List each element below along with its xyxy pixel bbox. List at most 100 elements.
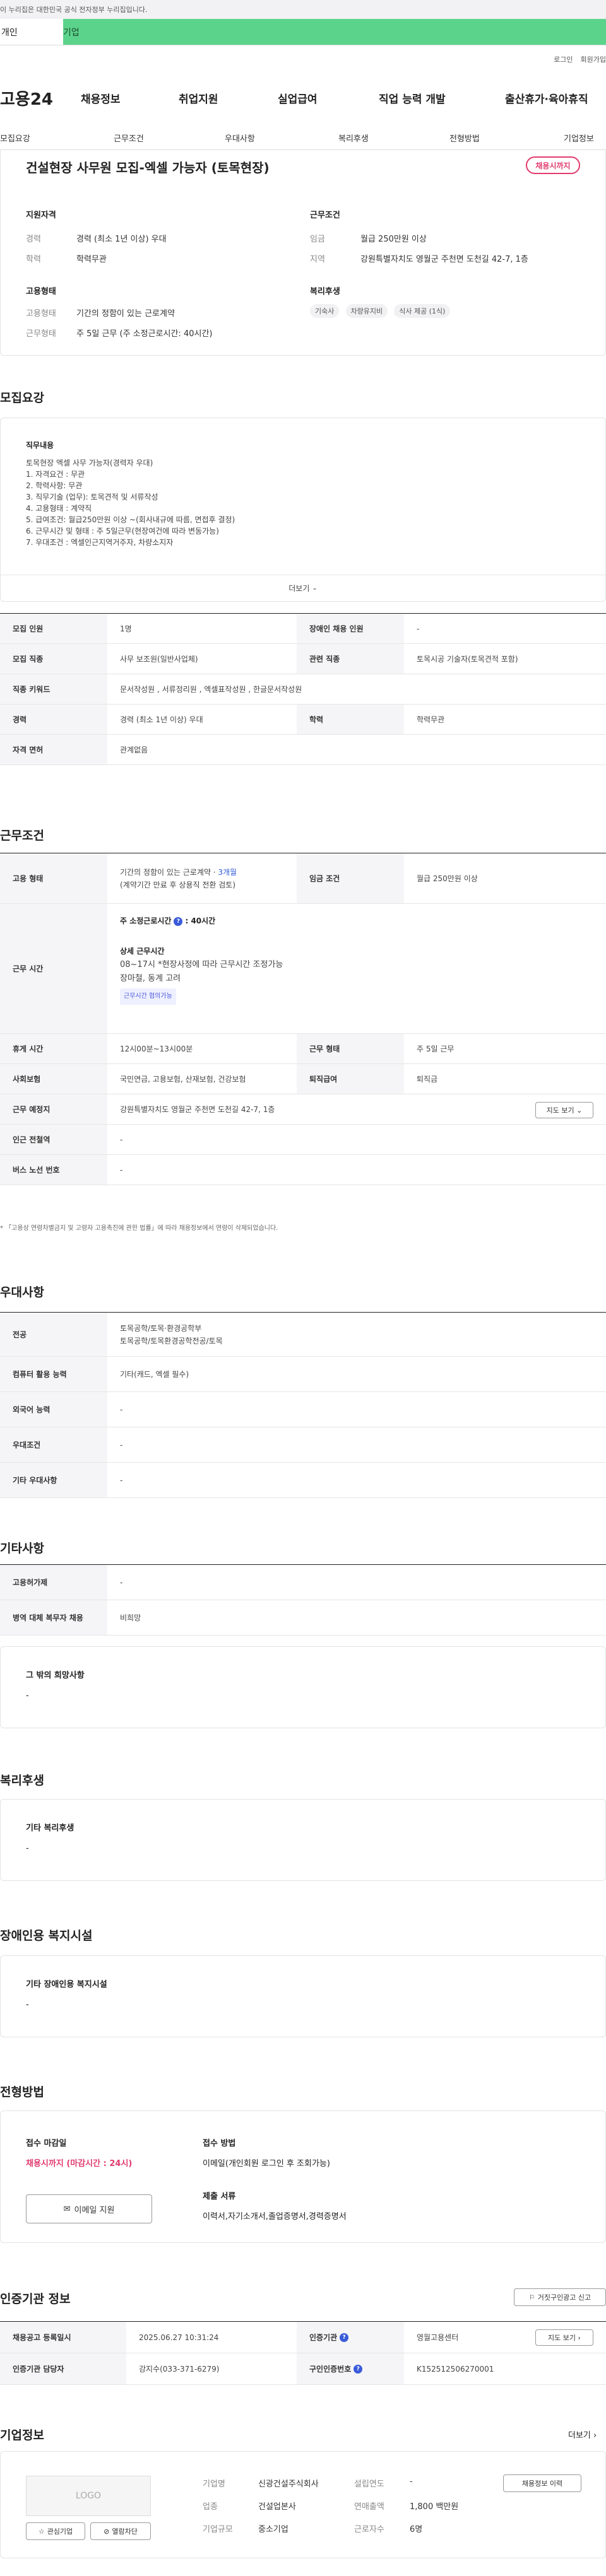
row-label: 인증기관 담당자 xyxy=(0,2353,126,2384)
emp-type-label: 고용형태 xyxy=(26,309,56,319)
gnb-item-jobs[interactable]: 채용정보 xyxy=(81,90,121,106)
row-label: 경력 xyxy=(0,705,107,734)
job-title: 건설현장 사무원 모집-엑셀 가능자 (토목현장) xyxy=(26,160,270,175)
deadline-label: 접수 마감일 xyxy=(26,2139,67,2148)
row-value: 기타(캐드, 엑셀 필수) xyxy=(120,1370,189,1379)
row-value: 강원특별자치도 영월군 주천면 도천길 42-7, 1층 xyxy=(120,1105,275,1114)
row-label: 자격 면허 xyxy=(0,735,107,764)
table-row: 전공 토목공학/토목·환경공학부 토목공학/토목환경공학전공/토목 xyxy=(0,1313,606,1357)
envelope-icon: ✉ xyxy=(63,2204,71,2214)
gnb-item-skills[interactable]: 직업 능력 개발 xyxy=(379,90,446,106)
chevron-down-icon: ⌄ xyxy=(312,585,318,592)
block-view-button[interactable]: ⊘ 열람차단 xyxy=(90,2522,151,2540)
age-footnote: * 「고용상 연령차별금지 및 고령자 고용촉진에 관한 법률」에 따라 채용정… xyxy=(0,1225,278,1232)
signup-link[interactable]: 회원가입 xyxy=(581,54,606,64)
subnav-conditions[interactable]: 근무조건 xyxy=(114,132,144,144)
benefit-tag: 기숙사 xyxy=(310,304,340,318)
welfare-sub: 기타 복리후생 xyxy=(26,1824,74,1833)
info-icon[interactable]: ? xyxy=(340,2333,349,2342)
interest-label: 관심기업 xyxy=(47,2527,73,2536)
company-name: 신광건설주식회사 xyxy=(258,2479,319,2489)
row-label: 관련 직종 xyxy=(297,644,404,674)
table-row: 고용 형태 기간의 정함이 있는 근로계약 · 3개월 (계약기간 만료 후 상… xyxy=(0,853,606,904)
row-label: 컴퓨터 활용 능력 xyxy=(0,1357,107,1391)
row-value: 월급 250만원 이상 xyxy=(417,874,478,883)
row-value: 비희망 xyxy=(120,1613,141,1622)
wage-value: 월급 250만원 이상 xyxy=(360,235,427,244)
gnb-item-support[interactable]: 취업지원 xyxy=(179,90,218,106)
tab-business[interactable]: 기업 xyxy=(63,19,606,45)
info-icon[interactable]: ? xyxy=(174,916,183,926)
duty-line: 2. 학력사항: 무관 xyxy=(26,481,83,490)
major-line: 토목공학/토목환경공학전공/토목 xyxy=(120,1336,223,1345)
duty-heading: 직무내용 xyxy=(26,441,54,450)
email-apply-button[interactable]: ✉ 이메일 지원 xyxy=(26,2194,152,2223)
status-badge: 채용시까지 xyxy=(526,156,580,174)
agency-table: 채용공고 등록일시 2025.06.27 10:31:24 인증기관? 영월고용… xyxy=(0,2321,606,2385)
emp-duration: 3개월 xyxy=(218,867,237,877)
disabled-facility-card: 기타 장애인용 복지시설 - xyxy=(0,1955,606,2037)
row-label: 임금 조건 xyxy=(297,853,404,903)
subnav-selection[interactable]: 전형방법 xyxy=(449,132,480,144)
subnav-welfare[interactable]: 복리후생 xyxy=(338,132,369,144)
size-label: 기업규모 xyxy=(203,2525,233,2534)
interest-company-button[interactable]: ☆ 관심기업 xyxy=(26,2522,85,2540)
duty-more-button[interactable]: 더보기 ⌄ xyxy=(1,575,605,601)
work-type-label: 근무형태 xyxy=(26,329,56,339)
subnav-recruit[interactable]: 모집요강 xyxy=(0,132,30,144)
row-value: - xyxy=(120,1165,123,1174)
row-value: 국민연금, 고용보험, 산재보험, 건강보험 xyxy=(120,1075,246,1084)
table-row: 모집 인원 1명 장애인 채용 인원 - xyxy=(0,614,606,644)
docs-value: 이력서,자기소개서,졸업증명서,경력증명서 xyxy=(203,2212,347,2222)
row-value: 1명 xyxy=(120,624,132,633)
row-value: 사무 보조원(일반사업체) xyxy=(120,655,198,664)
company-more-link[interactable]: 더보기 › xyxy=(568,2428,597,2440)
more-label: 더보기 xyxy=(288,584,310,593)
table-row: 채용공고 등록일시 2025.06.27 10:31:24 인증기관? 영월고용… xyxy=(0,2322,606,2353)
table-row: 경력 경력 (최소 1년 이상) 우대 학력 학력무관 xyxy=(0,705,606,735)
detail-title: 상세 근무시간 xyxy=(120,947,165,956)
subnav-company[interactable]: 기업정보 xyxy=(564,132,594,144)
welfare-card: 기타 복리후생 - xyxy=(0,1799,606,1881)
hours-value: : 40시간 xyxy=(185,916,216,925)
map-button[interactable]: 지도 보기 ⌄ xyxy=(535,1102,593,1118)
recruit-table: 모집 인원 1명 장애인 채용 인원 - 모집 직종 사무 보조원(일반사업체)… xyxy=(0,613,606,765)
tab-personal[interactable]: 개인 xyxy=(0,19,63,45)
row-label: 우대조건 xyxy=(0,1427,107,1462)
row-value: K152512506270001 xyxy=(417,2364,494,2374)
row-value: - xyxy=(120,1405,123,1414)
gnb-item-unemployment[interactable]: 실업급여 xyxy=(278,90,318,106)
workers-label: 근로자수 xyxy=(354,2525,384,2534)
report-fake-ad-button[interactable]: ⚐ 거짓구인광고 신고 xyxy=(514,2288,606,2306)
table-row: 고용허가제 - xyxy=(0,1565,606,1600)
info-icon[interactable]: ? xyxy=(354,2364,363,2374)
duty-line: 4. 고용형태 : 계약직 xyxy=(26,504,92,513)
duty-line: 6. 근무시간 및 형태 : 주 5일근무(현장여건에 따라 변동가능) xyxy=(26,527,219,536)
table-row: 직종 키워드 문서작성원 , 서류정리원 , 엑셀표작성원 , 한글문서작성원 xyxy=(0,674,606,705)
report-label: 거짓구인광고 신고 xyxy=(537,2293,591,2302)
method-value: 이메일(개인회원 로그인 후 조회가능) xyxy=(203,2159,330,2169)
hours-summary: 주 소정근로시간?: 40시간 xyxy=(120,914,215,928)
detail-line2: 장마철, 동계 고려 xyxy=(120,974,181,983)
experience-value: 경력 (최소 1년 이상) 우대 xyxy=(76,235,167,244)
job-history-button[interactable]: 채용정보 이력 xyxy=(503,2474,581,2492)
subnav-preference[interactable]: 우대사항 xyxy=(225,132,255,144)
login-link[interactable]: 로그인 xyxy=(554,54,573,64)
row-label: 인증기관? xyxy=(297,2322,404,2353)
table-row: 휴게 시간 12시00분~13시00분 근무 형태 주 5일 근무 xyxy=(0,1034,606,1064)
duty-line: 토목현장 엑셀 사무 가능자(경력자 우대) xyxy=(26,459,153,467)
selection-card: 접수 마감일 채용시까지 (마감시간 : 24시) ✉ 이메일 지원 접수 방법 … xyxy=(0,2111,606,2243)
site-logo[interactable]: 고용24 xyxy=(0,86,76,110)
row-label: 고용허가제 xyxy=(0,1565,107,1600)
docs-label: 제출 서류 xyxy=(203,2192,236,2201)
table-row: 근무 시간 주 소정근로시간?: 40시간 상세 근무시간 08~17시 *현장… xyxy=(0,904,606,1034)
wage-label: 임금 xyxy=(310,235,325,244)
row-label: 근무 예정지 xyxy=(0,1094,107,1124)
row-value: - xyxy=(417,624,420,633)
benefit-tags: 기숙사 차량유지비 식사 제공 (1식) xyxy=(310,304,454,318)
gnb-item-leave[interactable]: 출산휴가·육아휴직 xyxy=(505,90,588,106)
agency-map-button[interactable]: 지도 보기 › xyxy=(535,2329,593,2346)
row-label: 휴게 시간 xyxy=(0,1034,107,1063)
row-label: 외국어 능력 xyxy=(0,1392,107,1427)
disabled-facility-heading: 장애인용 복지시설 xyxy=(0,1929,93,1943)
